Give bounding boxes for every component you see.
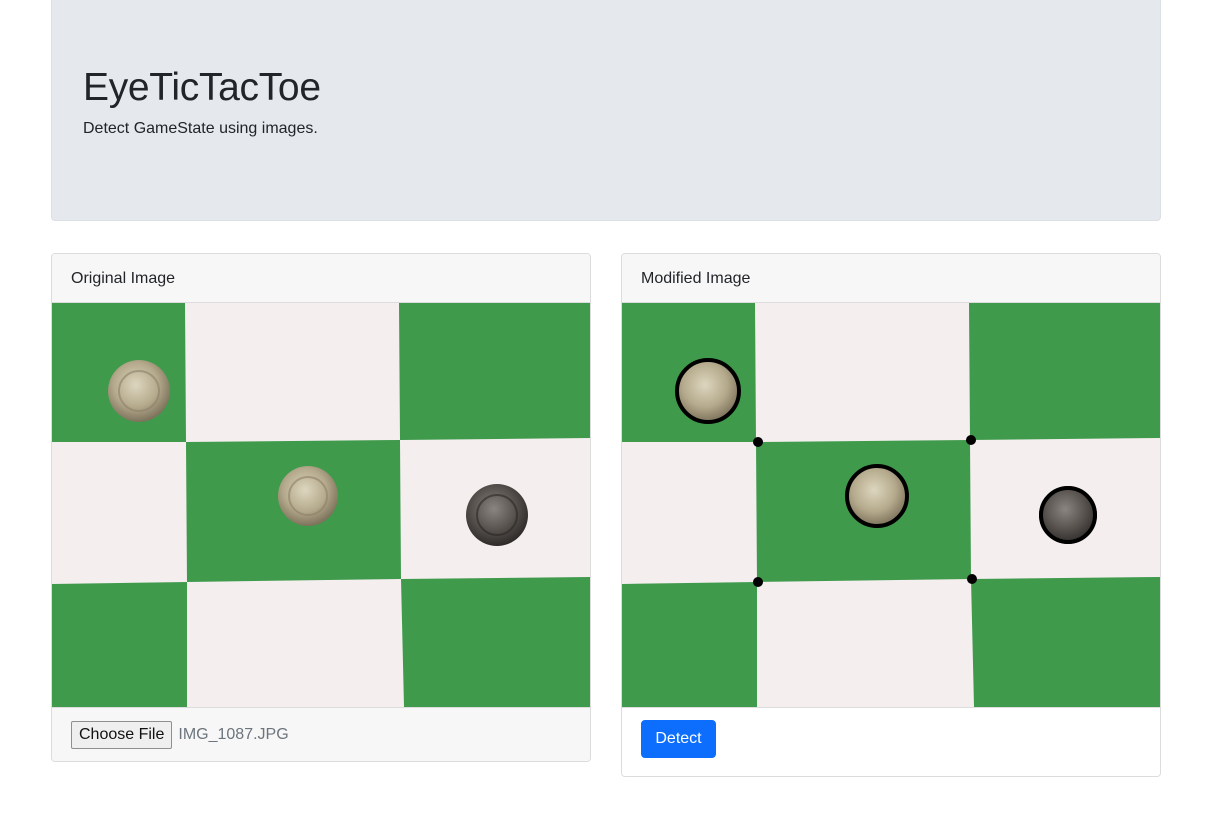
original-board-image: [52, 303, 590, 707]
modified-image-card: Modified Image Detect: [621, 253, 1161, 777]
jumbotron-header: EyeTicTacToe Detect GameState using imag…: [51, 0, 1161, 221]
detect-row: Detect: [622, 707, 1160, 776]
modified-board-image: [622, 303, 1160, 707]
page-subtitle: Detect GameState using images.: [83, 120, 318, 137]
choose-file-button[interactable]: Choose File: [71, 721, 173, 749]
page-title: EyeTicTacToe: [83, 66, 321, 109]
file-upload-row: Choose File IMG_1087.JPG: [52, 707, 590, 761]
original-image-card: Original Image Choose File IMG_1087.JPG: [51, 253, 591, 762]
original-image-card-title: Original Image: [52, 254, 590, 303]
modified-image-card-title: Modified Image: [622, 254, 1160, 303]
detect-button[interactable]: Detect: [641, 720, 716, 758]
selected-file-name: IMG_1087.JPG: [178, 726, 289, 743]
